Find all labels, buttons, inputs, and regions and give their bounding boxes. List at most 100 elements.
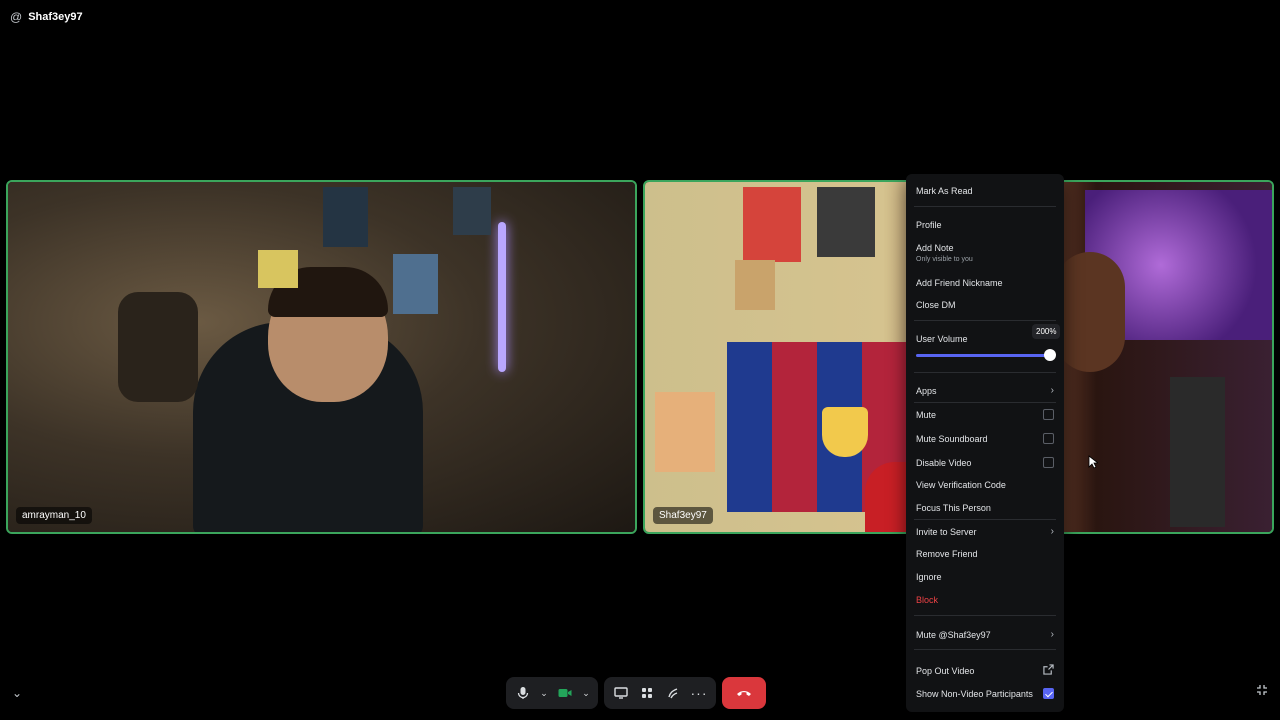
menu-item-focus-this-person[interactable]: Focus This Person [916, 503, 1054, 513]
menu-item-label: Close DM [916, 300, 956, 310]
disable-video-checkbox[interactable] [1043, 457, 1054, 468]
menu-item-block[interactable]: Block [916, 595, 1054, 605]
screen-share-button[interactable] [610, 682, 632, 704]
menu-separator [914, 320, 1056, 321]
video-detail [1055, 252, 1125, 372]
external-link-icon [1043, 664, 1054, 677]
menu-separator [914, 615, 1056, 616]
camera-options-button[interactable]: ⌄ [580, 682, 592, 704]
menu-separator [914, 402, 1056, 403]
video-detail [498, 222, 506, 372]
activities-button[interactable] [636, 682, 658, 704]
video-detail [735, 260, 775, 310]
camera-button[interactable] [554, 682, 576, 704]
mouse-cursor-icon [1088, 455, 1100, 474]
menu-item-pop-out-video[interactable]: Pop Out Video [916, 664, 1054, 677]
call-controls: ⌄ ⌄ ··· [506, 677, 766, 709]
menu-item-add-note[interactable]: Add Note [916, 243, 1054, 253]
volume-tooltip: 200% [1032, 324, 1061, 339]
user-volume-slider-track[interactable] [916, 354, 1050, 357]
video-detail [118, 292, 198, 402]
menu-item-label: Add Friend Nickname [916, 278, 1003, 288]
menu-item-mark-as-read[interactable]: Mark As Read [916, 186, 1054, 196]
menu-item-label: Block [916, 595, 939, 605]
video-detail [453, 187, 491, 235]
menu-item-label: User Volume [916, 334, 968, 344]
menu-item-label: Mark As Read [916, 186, 973, 196]
menu-separator [914, 649, 1056, 650]
video-detail [323, 187, 368, 247]
chevron-right-icon: › [1050, 629, 1054, 640]
end-call-icon [736, 684, 752, 702]
chevron-down-icon: ⌄ [582, 687, 590, 698]
participant-name-tag: Shaf3ey97 [653, 507, 713, 524]
video-detail [822, 407, 868, 457]
camera-icon [558, 688, 572, 698]
mute-soundboard-checkbox[interactable] [1043, 433, 1054, 444]
menu-item-label: Mute @Shaf3ey97 [916, 629, 991, 640]
menu-item-invite-to-server[interactable]: Invite to Server › [916, 526, 1054, 537]
user-volume-slider-handle[interactable] [1044, 349, 1056, 361]
menu-item-label: Focus This Person [916, 503, 991, 513]
menu-item-apps[interactable]: Apps › [916, 385, 1054, 396]
menu-item-label: Pop Out Video [916, 665, 975, 676]
menu-item-label: Mute Soundboard [916, 433, 988, 444]
menu-item-label: Add Note [916, 243, 954, 253]
menu-item-label: Disable Video [916, 457, 972, 468]
activities-icon [641, 687, 653, 699]
end-call-button[interactable] [722, 677, 766, 709]
chevron-right-icon: › [1050, 385, 1054, 396]
menu-item-show-non-video-participants[interactable]: Show Non-Video Participants [916, 688, 1054, 699]
menu-item-label: Invite to Server [916, 526, 977, 537]
mute-checkbox[interactable] [1043, 409, 1054, 420]
menu-item-label: Mute [916, 409, 937, 420]
chevron-down-icon[interactable]: ⌄ [12, 686, 22, 700]
user-context-menu: Mark As Read Profile Add Note Only visib… [906, 174, 1064, 712]
menu-item-remove-friend[interactable]: Remove Friend [916, 549, 1054, 559]
menu-item-view-verification-code[interactable]: View Verification Code [916, 480, 1054, 490]
dm-header: @ Shaf3ey97 [10, 8, 83, 26]
screen-share-icon [614, 687, 628, 699]
video-detail [655, 392, 715, 472]
dm-username[interactable]: Shaf3ey97 [28, 11, 82, 23]
video-detail [1170, 377, 1225, 527]
menu-item-mute-user[interactable]: Mute @Shaf3ey97 › [916, 629, 1054, 640]
video-detail [393, 254, 438, 314]
menu-item-label: Profile [916, 220, 942, 230]
more-icon: ··· [690, 685, 708, 701]
video-detail [817, 187, 875, 257]
menu-item-label: View Verification Code [916, 480, 1006, 490]
at-icon: @ [10, 10, 23, 24]
menu-item-label: Show Non-Video Participants [916, 688, 1033, 699]
menu-item-label: Apps [916, 385, 937, 396]
microphone-button[interactable] [512, 682, 534, 704]
chevron-right-icon: › [1050, 526, 1054, 537]
show-non-video-checkbox[interactable] [1043, 688, 1054, 699]
audio-video-group: ⌄ ⌄ [506, 677, 598, 709]
minimize-fullscreen-icon[interactable] [1256, 684, 1268, 699]
soundboard-button[interactable] [662, 682, 684, 704]
menu-item-profile[interactable]: Profile [916, 220, 1054, 230]
more-button[interactable]: ··· [688, 682, 710, 704]
chevron-down-icon: ⌄ [540, 687, 548, 698]
menu-item-label: Ignore [916, 572, 942, 582]
menu-item-add-friend-nickname[interactable]: Add Friend Nickname [916, 278, 1054, 288]
add-note-subtext: Only visible to you [916, 256, 973, 263]
menu-item-close-dm[interactable]: Close DM [916, 300, 1054, 310]
menu-item-ignore[interactable]: Ignore [916, 572, 1054, 582]
actions-group: ··· [604, 677, 716, 709]
soundboard-icon [667, 687, 679, 699]
menu-item-disable-video[interactable]: Disable Video [916, 457, 1054, 468]
microphone-icon [517, 686, 529, 700]
microphone-options-button[interactable]: ⌄ [538, 682, 550, 704]
menu-item-mute[interactable]: Mute [916, 409, 1054, 420]
menu-separator [914, 519, 1056, 520]
menu-separator [914, 206, 1056, 207]
menu-separator [914, 372, 1056, 373]
video-detail [743, 187, 801, 262]
menu-item-mute-soundboard[interactable]: Mute Soundboard [916, 433, 1054, 444]
menu-item-label: Remove Friend [916, 549, 978, 559]
video-detail [258, 250, 298, 288]
participant-name-tag: amrayman_10 [16, 507, 92, 524]
video-tile-amrayman[interactable]: amrayman_10 [6, 180, 637, 534]
